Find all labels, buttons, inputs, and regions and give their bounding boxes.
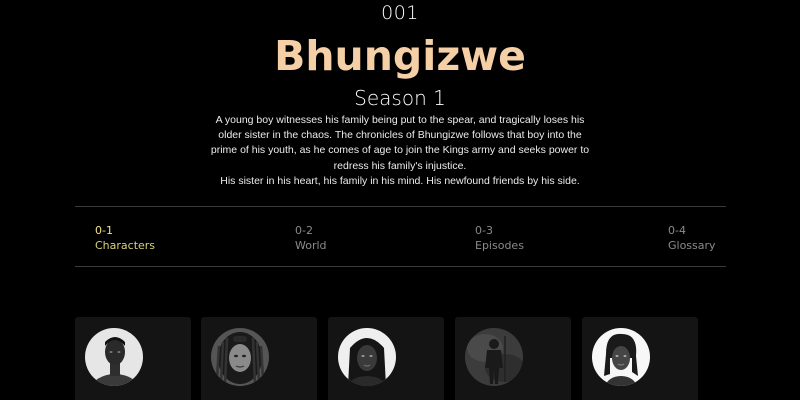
- tab-label: Characters: [95, 239, 156, 252]
- character-card[interactable]: [328, 317, 444, 400]
- portrait-locs-icon: [211, 328, 269, 386]
- portrait-woman-braids-icon: [338, 328, 396, 386]
- tab-label: Glossary: [668, 239, 716, 252]
- tab-label: World: [295, 239, 327, 252]
- synopsis-paragraph: A young boy witnesses his family being p…: [210, 114, 590, 172]
- show-title: Bhungizwe: [274, 32, 526, 80]
- synopsis: A young boy witnesses his family being p…: [210, 113, 590, 189]
- tab-number: 0-1: [95, 224, 113, 237]
- tab-glossary[interactable]: 0-4 Glossary: [668, 223, 716, 253]
- portrait-man-icon: [85, 328, 143, 386]
- tab-number: 0-4: [668, 224, 686, 237]
- character-card[interactable]: [582, 317, 698, 400]
- character-card[interactable]: [201, 317, 317, 400]
- page-number: 001: [381, 2, 419, 24]
- portrait-warrior-icon: [465, 328, 523, 386]
- nav-divider-top: [75, 206, 726, 207]
- character-card[interactable]: [455, 317, 571, 400]
- tab-number: 0-2: [295, 224, 313, 237]
- synopsis-tagline: His sister in his heart, his family in h…: [220, 174, 580, 187]
- tab-world[interactable]: 0-2 World: [295, 223, 327, 253]
- portrait-woman-curls-icon: [592, 328, 650, 386]
- tab-characters[interactable]: 0-1 Characters: [95, 223, 155, 253]
- tab-episodes[interactable]: 0-3 Episodes: [475, 223, 524, 253]
- tab-number: 0-3: [475, 224, 493, 237]
- season-label: Season 1: [354, 86, 446, 110]
- nav-divider-bottom: [75, 266, 726, 267]
- character-card[interactable]: [75, 317, 191, 400]
- tab-label: Episodes: [475, 239, 524, 252]
